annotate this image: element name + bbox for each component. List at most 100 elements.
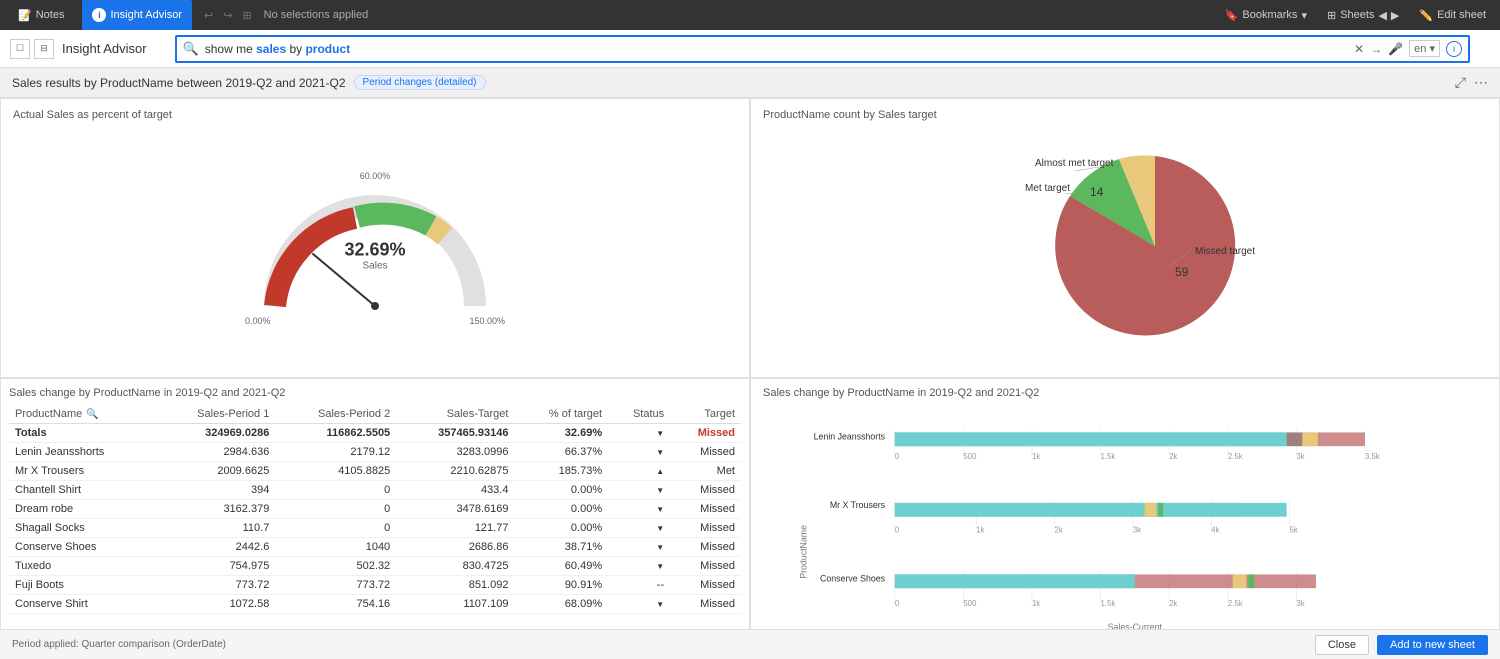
svg-text:1.5k: 1.5k xyxy=(1101,452,1116,461)
row-target: 121.77 xyxy=(396,519,514,538)
data-table: ProductName 🔍 Sales-Period 1 Sales-Perio… xyxy=(9,405,741,614)
snapshot-icon[interactable]: ⊞ xyxy=(238,7,255,24)
edit-sheet-label: Edit sheet xyxy=(1437,9,1486,21)
svg-text:5k: 5k xyxy=(1290,525,1298,534)
col-header-p1[interactable]: Sales-Period 1 xyxy=(154,405,275,424)
layout-split-icon[interactable]: ⊟ xyxy=(34,39,54,59)
row-name: Chantell Shirt xyxy=(9,481,154,500)
search-info-icon[interactable]: i xyxy=(1446,41,1462,57)
row-target: 2686.86 xyxy=(396,538,514,557)
svg-text:3k: 3k xyxy=(1133,525,1141,534)
sheets-next-icon[interactable]: ▶ xyxy=(1391,9,1399,22)
close-button[interactable]: Close xyxy=(1315,635,1369,655)
redo-icon[interactable]: ↪ xyxy=(219,7,236,24)
search-arrow-icon[interactable]: → xyxy=(1370,42,1382,56)
col-search-icon[interactable]: 🔍 xyxy=(86,409,98,420)
col-header-target[interactable]: Sales-Target xyxy=(396,405,514,424)
svg-text:3k: 3k xyxy=(1296,452,1304,461)
row-dir: ▼ xyxy=(608,519,670,538)
bar2-gold xyxy=(1145,503,1157,517)
layout-icons: ☐ ⊟ xyxy=(10,39,54,59)
row-name: Mr X Trousers xyxy=(9,462,154,481)
gauge-max: 150.00% xyxy=(469,316,505,326)
row-target: 1107.109 xyxy=(396,595,514,614)
row-p1: 394 xyxy=(154,481,275,500)
gauge-min: 0.00% xyxy=(245,316,271,326)
add-to-new-sheet-button[interactable]: Add to new sheet xyxy=(1377,635,1488,655)
table-row: Dream robe 3162.379 0 3478.6169 0.00% ▼ … xyxy=(9,500,741,519)
totals-status: ▼ xyxy=(608,424,670,443)
row-name: Conserve Shoes xyxy=(9,538,154,557)
col-header-tgt[interactable]: Target xyxy=(670,405,741,424)
row-p2: 773.72 xyxy=(275,576,396,595)
search-lang[interactable]: en ▾ xyxy=(1409,40,1440,57)
svg-text:0: 0 xyxy=(895,452,900,461)
undo-icon[interactable]: ↩ xyxy=(200,7,217,24)
bookmark-icon: 🔖 xyxy=(1225,9,1239,22)
row-pct: 38.71% xyxy=(514,538,608,557)
row-dir: ▼ xyxy=(608,538,670,557)
results-header-right: ⤢ ⋯ xyxy=(1455,74,1488,91)
search-clear-icon[interactable]: ✕ xyxy=(1354,42,1364,56)
search-mid: by xyxy=(286,42,305,56)
col-header-status[interactable]: Status xyxy=(608,405,670,424)
row-status: Missed xyxy=(670,595,741,614)
svg-text:Almost met target: Almost met target xyxy=(1035,158,1114,169)
search-magnify-icon: 🔍 xyxy=(183,41,199,57)
more-options-icon[interactable]: ⋯ xyxy=(1474,74,1488,91)
notes-tab[interactable]: 📝 Notes xyxy=(8,0,74,30)
row-p2: 2179.12 xyxy=(275,443,396,462)
svg-text:2k: 2k xyxy=(1169,452,1177,461)
row-target: 433.4 xyxy=(396,481,514,500)
bookmarks-btn[interactable]: 🔖 Bookmarks ▾ xyxy=(1219,7,1313,24)
search-keyword1: sales xyxy=(256,42,286,56)
svg-text:0: 0 xyxy=(895,599,900,608)
svg-text:1k: 1k xyxy=(1032,599,1040,608)
gauge-sublabel: Sales xyxy=(344,261,405,272)
svg-text:500: 500 xyxy=(963,452,977,461)
table-row: Conserve Shoes 2442.6 1040 2686.86 38.71… xyxy=(9,538,741,557)
svg-text:2.5k: 2.5k xyxy=(1228,599,1243,608)
row-status: Missed xyxy=(670,576,741,595)
row-name: Fuji Boots xyxy=(9,576,154,595)
col-header-pct[interactable]: % of target xyxy=(514,405,608,424)
bar3-gold xyxy=(1233,574,1247,588)
sheets-prev-icon[interactable]: ◀ xyxy=(1378,9,1386,22)
results-header: Sales results by ProductName between 201… xyxy=(0,68,1500,98)
svg-text:3.5k: 3.5k xyxy=(1365,452,1380,461)
totals-pct: 32.69% xyxy=(514,424,608,443)
sheets-label: Sheets xyxy=(1340,9,1374,21)
col-header-p2[interactable]: Sales-Period 2 xyxy=(275,405,396,424)
row-pct: 0.00% xyxy=(514,481,608,500)
row-dir: ▼ xyxy=(608,481,670,500)
table-row: Mr X Trousers 2009.6625 4105.8825 2210.6… xyxy=(9,462,741,481)
results-title: Sales results by ProductName between 201… xyxy=(12,76,346,90)
svg-text:1k: 1k xyxy=(1032,452,1040,461)
row-name: Conserve Shirt xyxy=(9,595,154,614)
svg-text:0: 0 xyxy=(895,525,900,534)
layout-single-icon[interactable]: ☐ xyxy=(10,39,30,59)
pie-card-title: ProductName count by Sales target xyxy=(763,109,1487,121)
search-mic-icon[interactable]: 🎤 xyxy=(1388,42,1403,56)
notes-icon: 📝 xyxy=(18,9,32,22)
row-name: Tuxedo xyxy=(9,557,154,576)
row-target: 851.092 xyxy=(396,576,514,595)
row-p2: 1040 xyxy=(275,538,396,557)
bookmarks-label: Bookmarks xyxy=(1242,9,1297,21)
row-status: Missed xyxy=(670,538,741,557)
table-row: Conserve Shirt 1072.58 754.16 1107.109 6… xyxy=(9,595,741,614)
svg-text:59: 59 xyxy=(1175,265,1189,279)
svg-text:1k: 1k xyxy=(976,525,984,534)
svg-text:Met target: Met target xyxy=(1025,183,1070,194)
row-pct: 185.73% xyxy=(514,462,608,481)
fullscreen-icon[interactable]: ⤢ xyxy=(1455,74,1466,91)
table-totals-row: Totals 324969.0286 116862.5505 357465.93… xyxy=(9,424,741,443)
row-status: Missed xyxy=(670,519,741,538)
edit-sheet-btn[interactable]: ✏️ Edit sheet xyxy=(1413,7,1492,24)
insight-advisor-tab[interactable]: i Insight Advisor xyxy=(82,0,192,30)
search-text: show me sales by product xyxy=(205,42,1348,56)
totals-p2: 116862.5505 xyxy=(275,424,396,443)
period-badge[interactable]: Period changes (detailed) xyxy=(354,75,486,90)
search-bar[interactable]: 🔍 show me sales by product ✕ → 🎤 en ▾ i xyxy=(175,35,1470,63)
sheets-btn[interactable]: ⊞ Sheets ◀ ▶ xyxy=(1321,7,1405,24)
